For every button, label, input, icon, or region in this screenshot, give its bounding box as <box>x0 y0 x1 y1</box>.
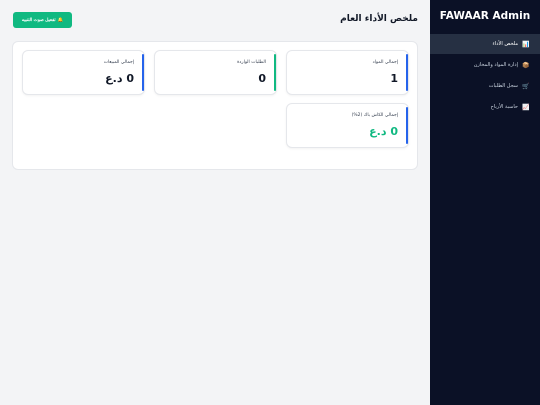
sidebar-item-inventory[interactable]: 📦 إدارة المواد والمخازن <box>430 55 540 75</box>
stat-label: إجمالي المواد <box>372 60 398 65</box>
chart-icon: 📊 <box>522 40 530 48</box>
stat-value: 1 <box>390 72 398 85</box>
enable-alert-sound-label: تفعيل صوت التنبيه <box>21 17 56 22</box>
sidebar-item-label: حاسبة الأرباح <box>490 104 518 110</box>
sidebar-item-label: إدارة المواد والمخازن <box>473 62 518 68</box>
package-icon: 📦 <box>522 61 530 69</box>
stat-card-total-items: إجمالي المواد 1 <box>286 50 409 95</box>
cart-icon: 🛒 <box>522 82 530 90</box>
bell-icon: 🔔 <box>57 17 64 22</box>
card-accent-bar <box>142 54 144 91</box>
sidebar-item-label: ملخص الأداء <box>492 41 518 47</box>
sidebar-item-orders[interactable]: 🛒 سجل الطلبات <box>430 76 540 96</box>
stat-card-total-cashback: إجمالي الكاش باك (2%) 0 د.ع <box>286 103 409 148</box>
stat-label: الطلبات الواردة <box>237 60 266 65</box>
main-content: ملخص الأداء العام 🔔 تفعيل صوت التنبيه إج… <box>0 0 430 405</box>
stat-label: إجمالي الكاش باك (2%) <box>351 113 398 118</box>
page-title: ملخص الأداء العام <box>340 14 418 24</box>
sidebar-item-profit-calculator[interactable]: 📈 حاسبة الأرباح <box>430 97 540 117</box>
enable-alert-sound-button[interactable]: 🔔 تفعيل صوت التنبيه <box>13 12 72 28</box>
card-accent-bar <box>406 54 408 91</box>
stats-panel: إجمالي المواد 1 الطلبات الواردة 0 إجمالي… <box>12 41 418 170</box>
trend-chart-icon: 📈 <box>522 103 530 111</box>
sidebar-item-performance-summary[interactable]: 📊 ملخص الأداء <box>430 34 540 54</box>
stat-card-total-sales: إجمالي المبيعات 0 د.ع <box>22 50 145 95</box>
card-accent-bar <box>274 54 276 91</box>
stat-value: 0 د.ع <box>105 72 134 85</box>
sidebar: FAWAAR Admin 📊 ملخص الأداء 📦 إدارة الموا… <box>430 0 540 405</box>
stat-label: إجمالي المبيعات <box>103 60 134 65</box>
card-accent-bar <box>406 107 408 144</box>
sidebar-item-label: سجل الطلبات <box>488 83 518 89</box>
stat-value: 0 د.ع <box>369 125 398 138</box>
stat-card-incoming-orders: الطلبات الواردة 0 <box>154 50 277 95</box>
stat-value: 0 <box>258 72 266 85</box>
brand-logo: FAWAAR Admin <box>439 10 531 22</box>
sidebar-nav: 📊 ملخص الأداء 📦 إدارة المواد والمخازن 🛒 … <box>430 34 540 117</box>
